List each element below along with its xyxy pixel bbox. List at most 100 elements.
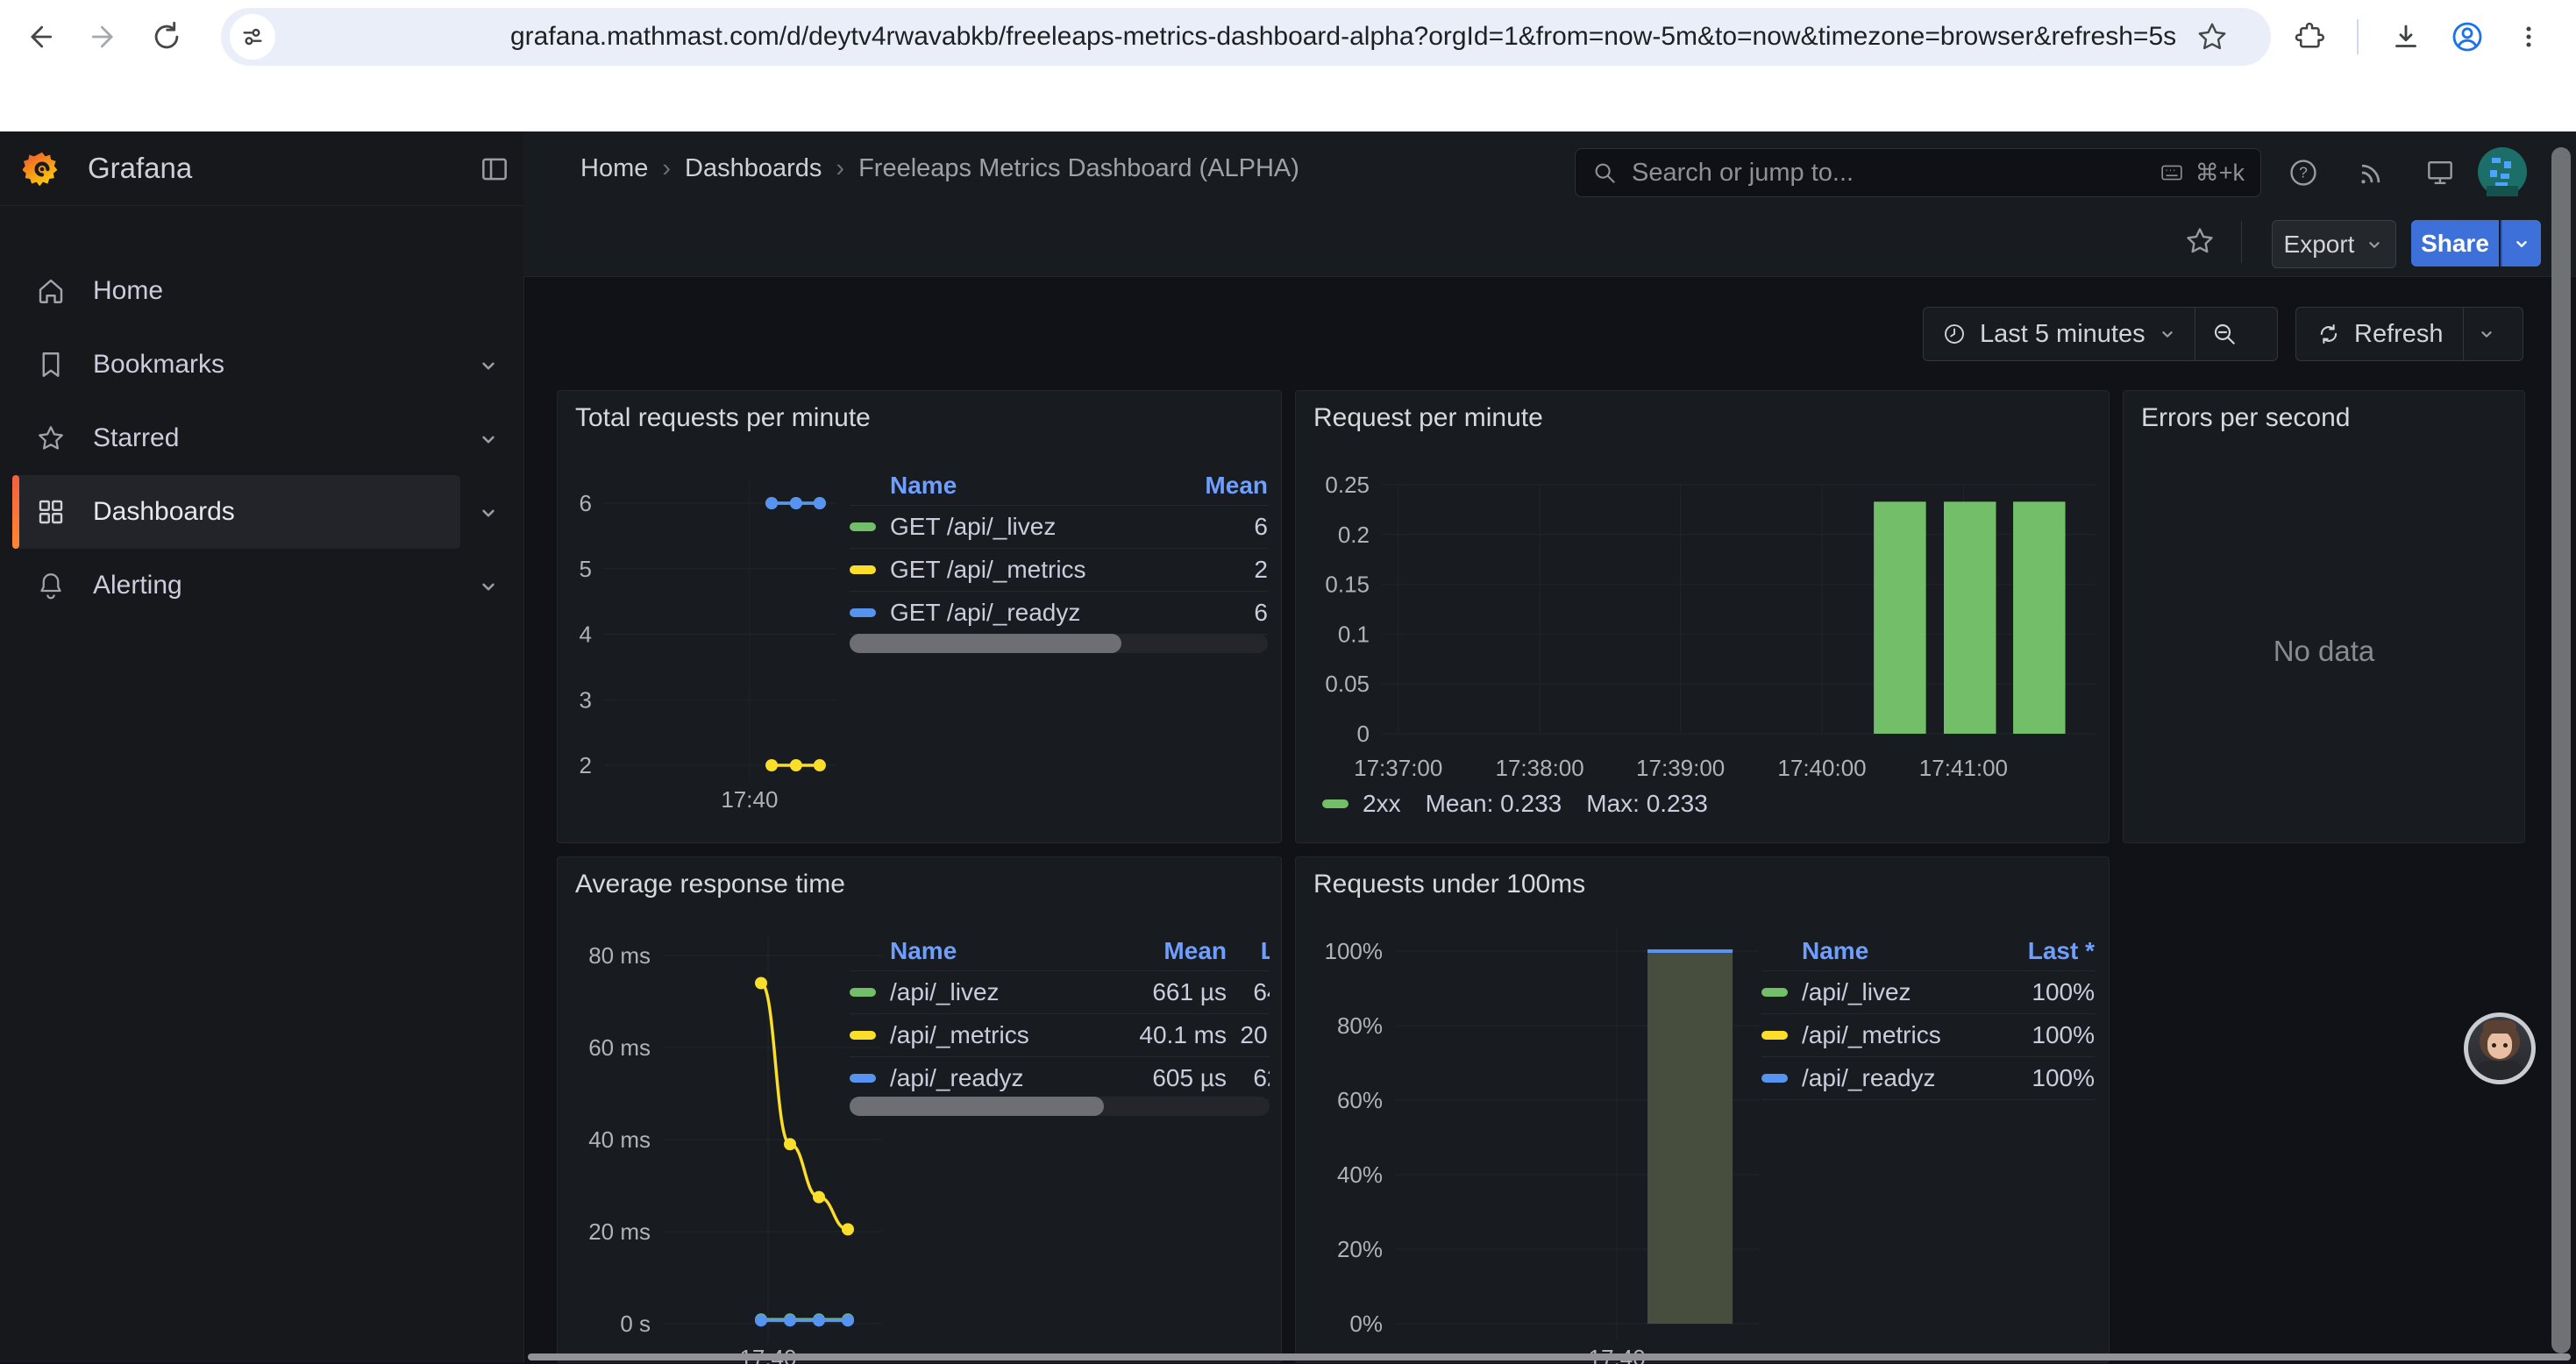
panel-title[interactable]: Errors per second [2141,403,2350,433]
series-mean: 661 µs [1104,978,1227,1006]
rss-news-icon[interactable] [2355,156,2388,189]
browser-back-icon[interactable] [21,18,60,56]
svg-text:3: 3 [580,686,592,713]
legend-row[interactable]: GET /api/_livez 6 [850,506,1268,549]
dashboards-grid-icon [35,496,67,528]
user-avatar[interactable] [2478,147,2527,196]
breadcrumb-home[interactable]: Home [580,154,648,183]
chevron-down-icon[interactable] [477,428,500,451]
share-button[interactable]: Share [2411,220,2499,266]
search-box[interactable]: ⌘+k [1575,148,2261,197]
share-menu-button[interactable] [2501,220,2541,266]
svg-text:0.2: 0.2 [1338,522,1370,548]
chart-legend: 2xx Mean: 0.233 Max: 0.233 [1322,784,1708,824]
panel-average-response-time: Average response time 80 ms60 ms40 ms20 … [557,856,1282,1363]
favorite-dashboard-star-icon[interactable] [2183,224,2217,258]
legend-row[interactable]: /api/_readyz 605 µs 620 µs [850,1057,1270,1100]
series-mean: 605 µs [1104,1064,1227,1092]
bookmark-icon [35,349,67,380]
series-marker [1322,799,1348,808]
svg-text:0.1: 0.1 [1338,621,1370,647]
zoom-out-time-button[interactable] [2195,308,2253,360]
time-range-picker[interactable]: Last 5 minutes [1924,308,2195,360]
browser-menu-icon[interactable] [2509,18,2548,56]
svg-text:17:38:00: 17:38:00 [1496,755,1584,781]
legend-col-name[interactable]: Name [1802,937,1998,965]
vertical-scrollbar[interactable] [2551,147,2571,1353]
panel-requests-under-100ms: Requests under 100ms 100%80%60%40%20%0%1… [1295,856,2110,1363]
site-settings-icon[interactable] [230,14,275,60]
legend-scrollbar[interactable] [850,634,1268,653]
floating-assistant-avatar[interactable] [2464,1012,2536,1084]
series-last: 100% [1998,1021,2095,1049]
monitor-icon[interactable] [2423,156,2457,189]
svg-text:17:37:00: 17:37:00 [1354,755,1442,781]
bell-icon [35,570,67,601]
home-icon [35,275,67,307]
svg-text:6: 6 [580,490,592,516]
chevron-down-icon [2512,234,2531,253]
url-bar[interactable]: grafana.mathmast.com/d/deytv4rwavabkb/fr… [221,8,2271,66]
svg-text:40%: 40% [1337,1162,1383,1188]
refresh-button[interactable]: Refresh [2296,308,2463,360]
chevron-down-icon[interactable] [477,501,500,524]
legend-col-name[interactable]: Name [890,472,1189,500]
profile-icon[interactable] [2448,18,2487,56]
chevron-down-icon[interactable] [477,575,500,598]
avatar-image [2468,1017,2531,1080]
sidebar-item-starred[interactable]: Starred [0,401,523,475]
panel-request-per-minute: Request per minute 0.250.20.150.10.05017… [1295,390,2110,843]
sidebar-item-dashboards[interactable]: Dashboards [0,475,523,549]
star-icon [35,423,67,454]
legend-col-last[interactable]: Last * [1227,937,1270,965]
legend-header: Name Last * [1761,932,2095,971]
legend-col-mean[interactable]: Mean [1189,472,1268,500]
legend-row[interactable]: /api/_readyz 100% [1761,1057,2095,1100]
series-marker [850,522,876,531]
legend-scrollbar[interactable] [850,1097,1270,1116]
search-input[interactable] [1630,158,2157,188]
series-name: /api/_readyz [890,1064,1104,1092]
export-button[interactable]: Export [2272,220,2396,268]
series-name[interactable]: 2xx [1363,790,1401,818]
sidebar-item-bookmarks[interactable]: Bookmarks [0,328,523,401]
extensions-icon[interactable] [2290,18,2329,56]
legend-col-mean[interactable]: Mean [1104,937,1227,965]
svg-text:0%: 0% [1349,1311,1383,1337]
refresh-controls: Refresh [2295,307,2523,361]
series-marker [850,988,876,997]
browser-forward-icon[interactable] [84,18,123,56]
sidebar-toggle-icon[interactable] [478,153,511,186]
breadcrumb-dashboards[interactable]: Dashboards [685,154,822,183]
svg-text:60 ms: 60 ms [588,1034,651,1061]
url-text[interactable]: grafana.mathmast.com/d/deytv4rwavabkb/fr… [510,8,2176,66]
sidebar-item-home[interactable]: Home [0,254,523,328]
legend-row[interactable]: /api/_livez 100% [1761,971,2095,1014]
chevron-down-icon[interactable] [477,354,500,377]
series-marker [1761,1031,1788,1040]
dashboard-actions-row [523,205,2576,277]
legend-row[interactable]: /api/_metrics 100% [1761,1014,2095,1057]
series-mean: 2 [1189,556,1268,584]
svg-text:?: ? [2299,164,2308,181]
bookmark-star-icon[interactable] [2195,20,2229,53]
legend-row[interactable]: GET /api/_metrics 2 [850,549,1268,592]
legend-col-name[interactable]: Name [890,937,1104,965]
legend-col-last[interactable]: Last * [1998,937,2095,965]
panel-errors-per-second: Errors per second No data [2123,390,2525,843]
series-name: /api/_metrics [1802,1021,1998,1049]
horizontal-scrollbar[interactable] [528,1353,2571,1360]
legend-row[interactable]: /api/_metrics 40.1 ms 20.5 ms [850,1014,1270,1057]
grafana-logo[interactable] [23,149,61,189]
sidebar-item-alerting[interactable]: Alerting [0,549,523,622]
legend-row[interactable]: /api/_livez 661 µs 646 µs [850,971,1270,1014]
downloads-icon[interactable] [2387,18,2425,56]
browser-reload-icon[interactable] [147,18,186,56]
refresh-interval-button[interactable] [2464,308,2509,360]
svg-text:80 ms: 80 ms [588,942,651,969]
sidebar-item-label: Starred [93,401,179,475]
svg-text:0: 0 [1357,721,1370,747]
legend-row[interactable]: GET /api/_readyz 6 [850,592,1268,635]
help-icon[interactable]: ? [2287,156,2320,189]
svg-text:17:39:00: 17:39:00 [1636,755,1725,781]
